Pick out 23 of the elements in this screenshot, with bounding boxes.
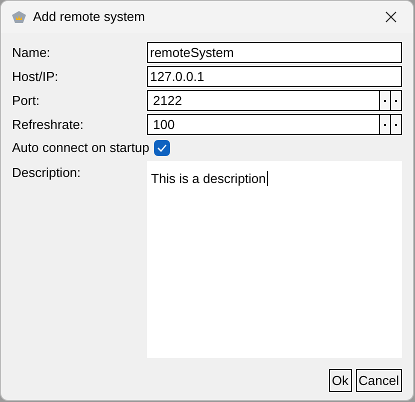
field-label: Description: xyxy=(12,165,81,180)
checkbox[interactable] xyxy=(154,140,170,156)
description-field[interactable]: This is a description xyxy=(147,161,402,358)
spin-button[interactable] xyxy=(379,115,390,134)
spin-field[interactable]: 100 xyxy=(147,114,402,135)
window-title: Add remote system xyxy=(33,8,145,26)
field-label: Auto connect on startup xyxy=(12,139,150,158)
field-label: Refreshrate: xyxy=(12,116,84,132)
close-icon xyxy=(385,11,397,23)
field-label: Host/IP: xyxy=(12,68,58,84)
spin-button[interactable] xyxy=(390,115,401,134)
dialog-button[interactable]: Ok xyxy=(328,369,352,392)
spin-button[interactable] xyxy=(390,91,401,110)
checkmark-icon xyxy=(157,144,168,152)
description-text: This is a description xyxy=(151,171,268,186)
dialog-button[interactable]: Cancel xyxy=(356,369,402,392)
field-label: Name: xyxy=(12,44,50,60)
spin-field[interactable]: 2122 xyxy=(147,90,402,111)
app-icon xyxy=(11,10,27,24)
field-label: Port: xyxy=(12,92,40,108)
input-field[interactable]: remoteSystem xyxy=(147,42,402,63)
spin-button[interactable] xyxy=(379,91,390,110)
input-field[interactable]: 127.0.0.1 xyxy=(147,66,402,87)
